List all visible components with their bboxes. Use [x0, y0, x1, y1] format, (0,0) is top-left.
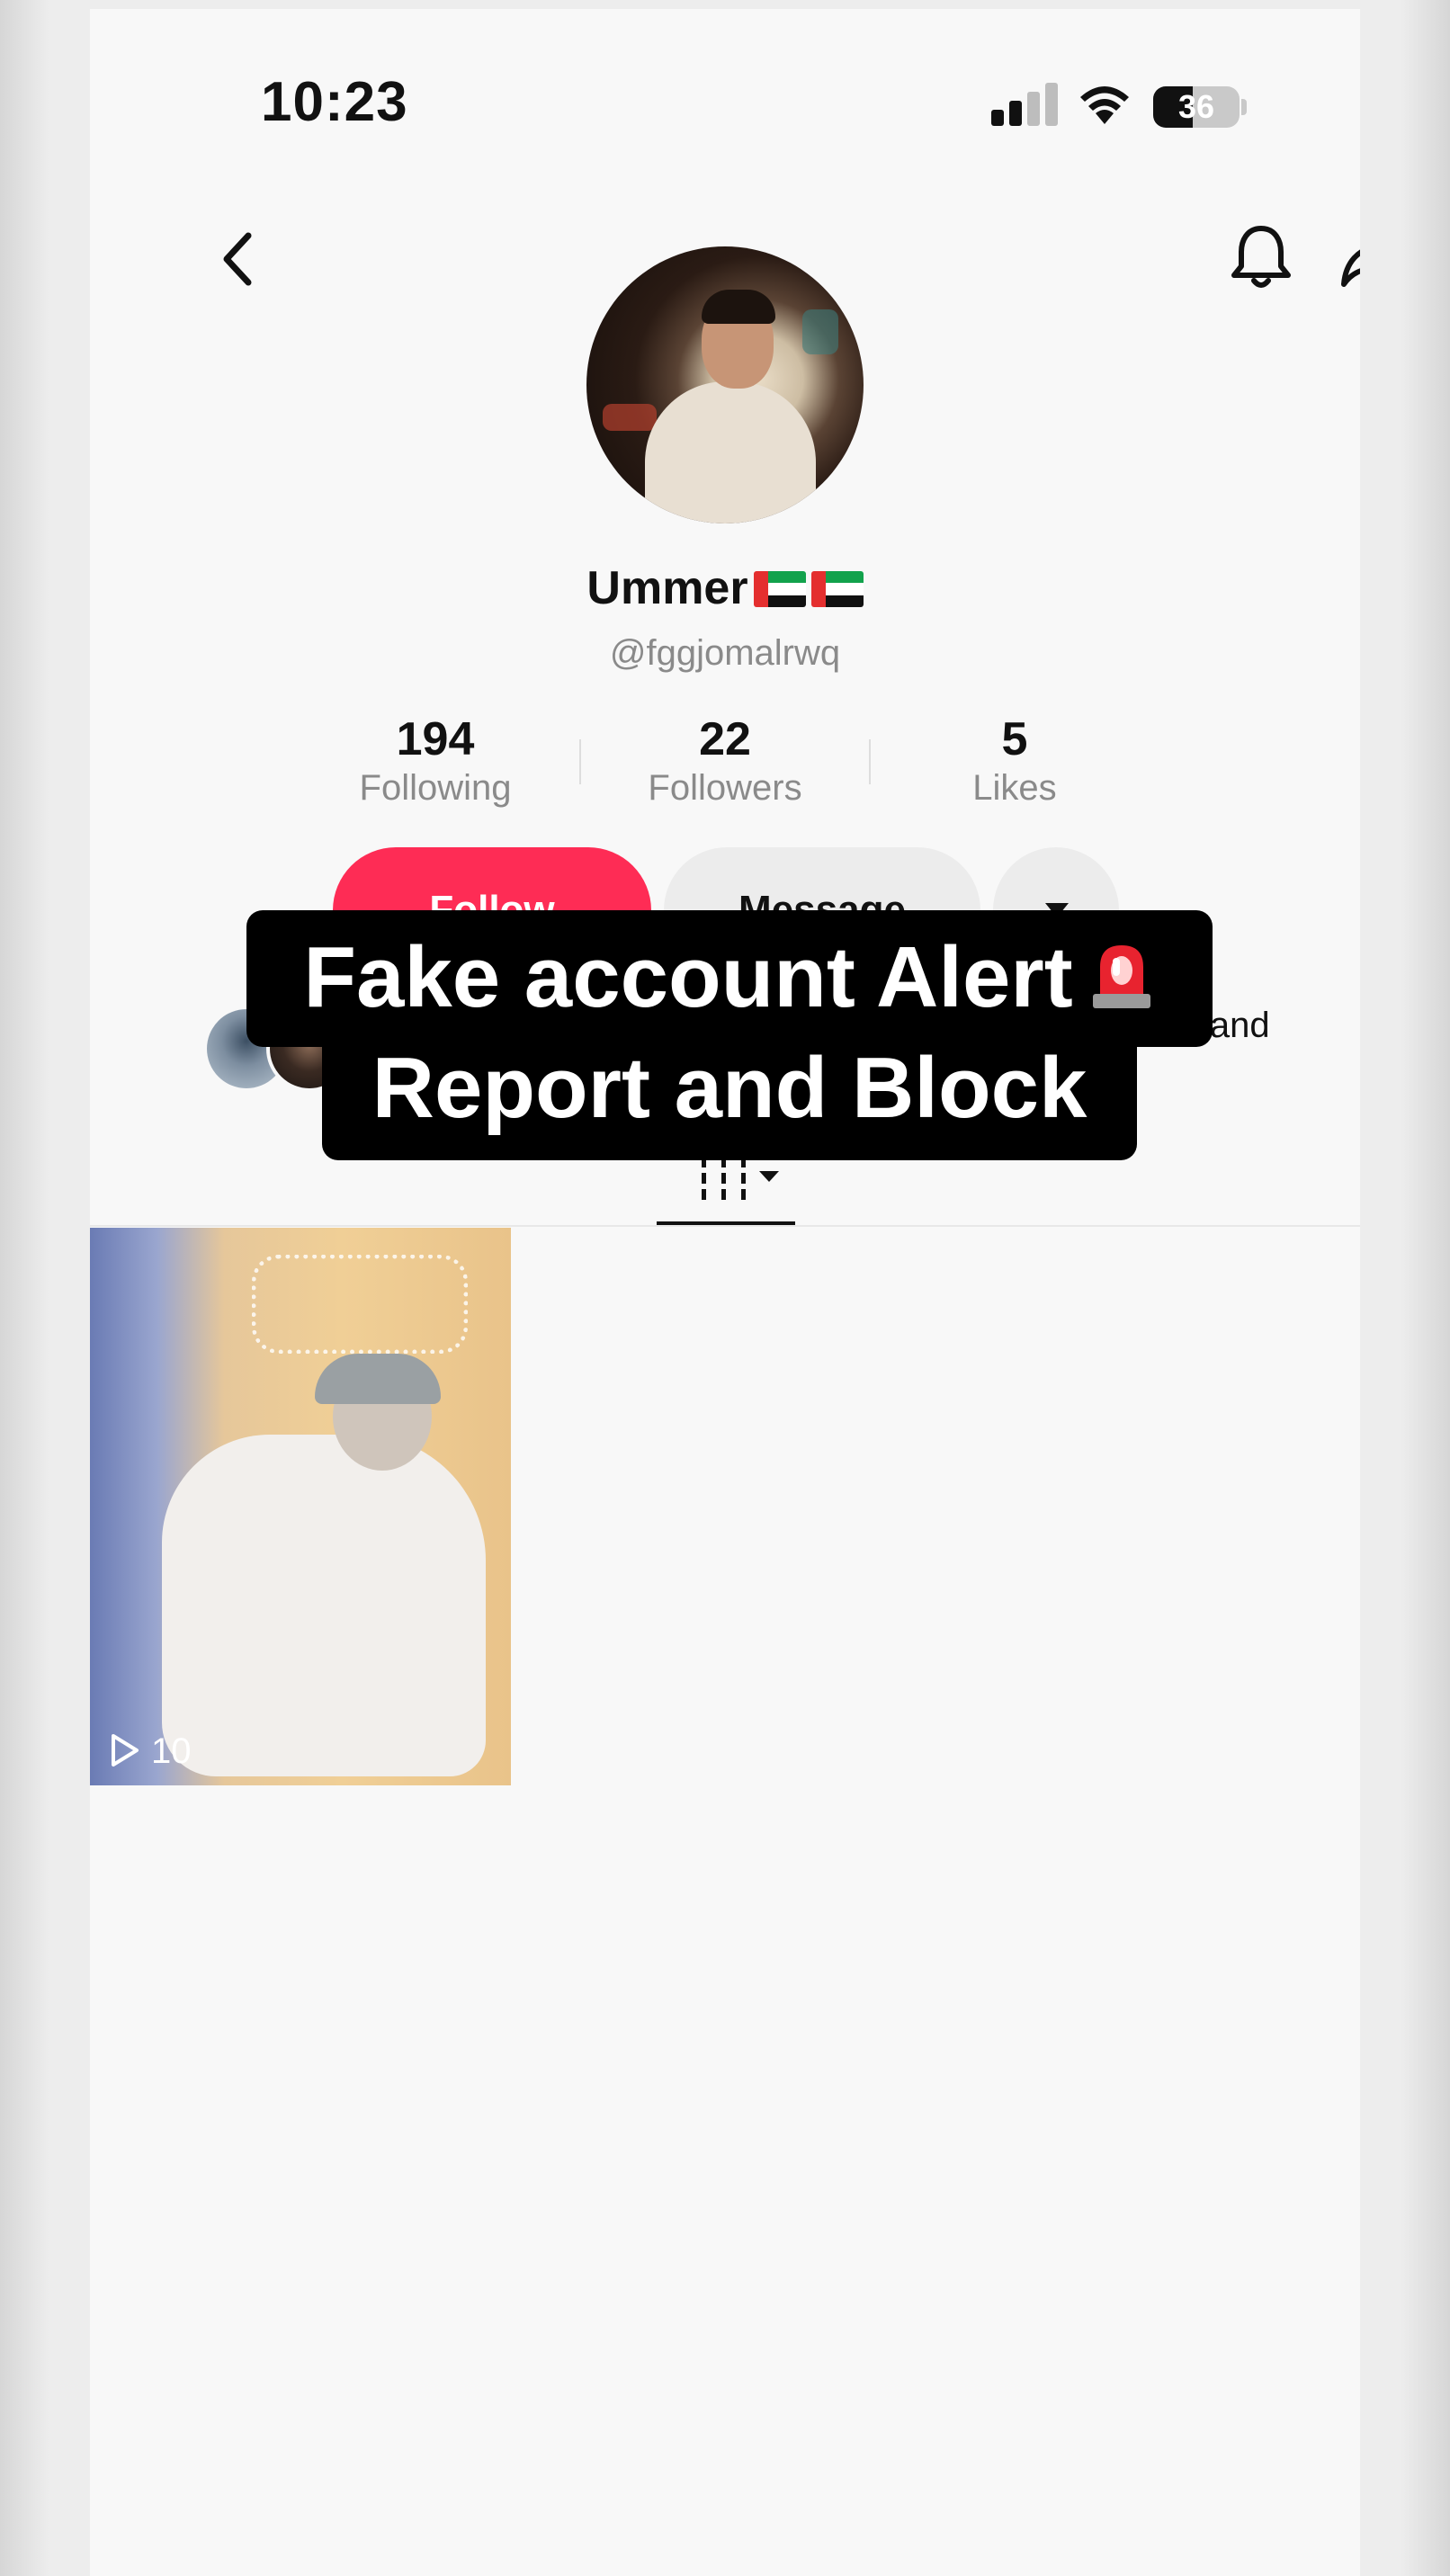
profile-avatar[interactable] [586, 246, 864, 523]
video-thumbnail[interactable]: 10 [90, 1228, 511, 1785]
stat-label: Followers [648, 768, 802, 808]
view-count-value: 10 [151, 1731, 192, 1771]
profile-name: Ummer [90, 561, 1360, 615]
overlay-caption-text: Fake account Alert [303, 929, 1073, 1025]
display-name: Ummer [586, 562, 748, 614]
stat-label: Following [359, 768, 512, 808]
bell-icon[interactable] [1225, 221, 1297, 293]
share-icon[interactable] [1338, 221, 1360, 293]
stat-likes[interactable]: 5 Likes [889, 712, 1141, 809]
username-handle: @fggjomalrwq [609, 633, 841, 673]
view-count: 10 [106, 1731, 192, 1772]
overlay-caption-line1: Fake account Alert [246, 910, 1213, 1047]
wifi-icon [1080, 86, 1129, 124]
stat-value: 5 [1001, 713, 1028, 765]
stat-divider [869, 739, 871, 784]
cellular-signal-icon [991, 83, 1060, 126]
battery-icon: 36 [1153, 86, 1240, 128]
back-arrow-icon[interactable] [207, 223, 279, 295]
stat-label: Likes [972, 768, 1057, 808]
uae-flag-icon [810, 571, 864, 607]
stat-followers[interactable]: 22 Followers [599, 712, 851, 809]
stat-value: 22 [699, 713, 751, 765]
status-time: 10:23 [261, 71, 408, 133]
stat-following[interactable]: 194 Following [309, 712, 561, 809]
play-icon [112, 1734, 139, 1767]
battery-tip [1241, 99, 1247, 115]
profile-screen: 10:23 36 Ummer @fggjomalrwq 194 Followin… [90, 9, 1360, 2576]
stat-value: 194 [396, 713, 475, 765]
tab-divider [90, 1225, 1360, 1227]
uae-flag-icon [753, 571, 806, 607]
siren-icon [1092, 945, 1150, 1008]
battery-level: 36 [1177, 88, 1215, 125]
stat-divider [579, 739, 581, 784]
